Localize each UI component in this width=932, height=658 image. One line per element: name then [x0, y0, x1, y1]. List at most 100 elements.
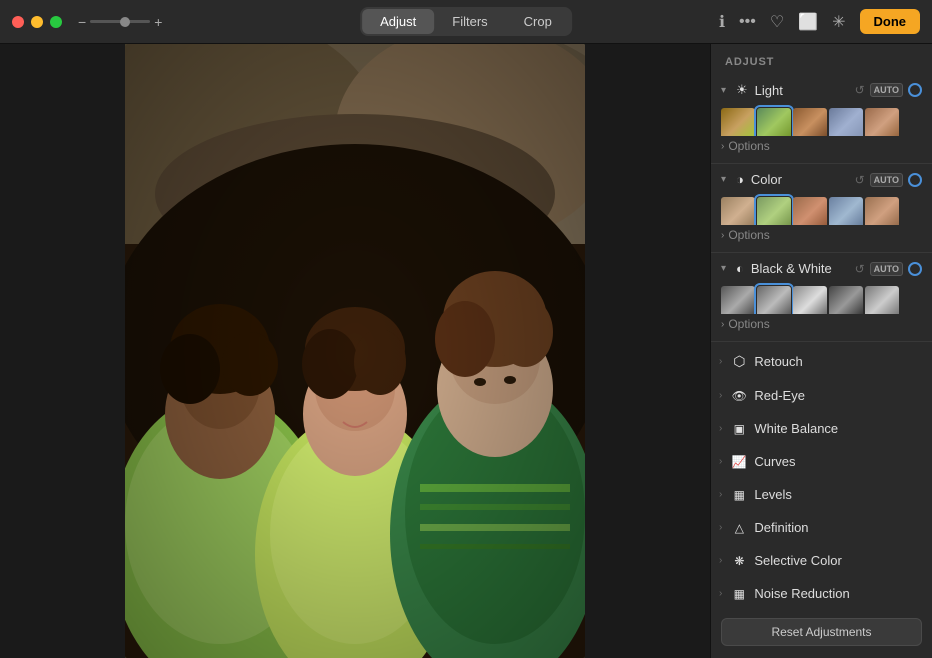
- bw-thumb-2[interactable]: [757, 286, 791, 314]
- wb-icon: ▣: [730, 422, 748, 436]
- list-item-retouch[interactable]: › ⬡ Retouch: [711, 344, 932, 379]
- redeye-chevron: ›: [719, 390, 722, 401]
- zoom-minus-icon[interactable]: −: [78, 14, 86, 30]
- close-button[interactable]: [12, 16, 24, 28]
- share-icon[interactable]: ✳: [832, 12, 845, 32]
- color-options-chevron: ›: [721, 230, 724, 241]
- light-thumb-1[interactable]: [721, 108, 755, 136]
- bw-icon: ◐: [736, 261, 744, 276]
- bw-toggle[interactable]: [908, 262, 922, 276]
- bw-thumb-4[interactable]: [829, 286, 863, 314]
- section-bw-header[interactable]: ▾ ◐ Black & White ↺ AUTO: [711, 255, 932, 282]
- maximize-button[interactable]: [50, 16, 62, 28]
- done-button[interactable]: Done: [860, 9, 921, 34]
- light-thumb-4[interactable]: [829, 108, 863, 136]
- bw-thumb-strip: [711, 282, 932, 314]
- panel-title: ADJUST: [711, 44, 932, 76]
- definition-label: Definition: [754, 520, 808, 535]
- list-item-redeye[interactable]: › 👁 Red-Eye: [711, 379, 932, 412]
- section-light-header[interactable]: ▾ ☀ Light ↺ AUTO: [711, 76, 932, 104]
- bw-options-chevron: ›: [721, 319, 724, 330]
- color-reset-icon[interactable]: ↺: [855, 173, 865, 187]
- sc-chevron: ›: [719, 555, 722, 566]
- wb-chevron: ›: [719, 423, 722, 434]
- zoom-control[interactable]: − +: [78, 14, 162, 30]
- redeye-icon: 👁: [730, 389, 748, 403]
- tab-filters[interactable]: Filters: [434, 9, 505, 34]
- light-options-label: Options: [728, 139, 769, 153]
- retouch-icon: ⬡: [730, 353, 748, 370]
- light-options-chevron: ›: [721, 141, 724, 152]
- curves-label: Curves: [754, 454, 795, 469]
- tab-group: Adjust Filters Crop: [360, 7, 572, 36]
- bw-options-row[interactable]: › Options: [711, 314, 932, 339]
- list-item-white-balance[interactable]: › ▣ White Balance: [711, 412, 932, 445]
- wb-label: White Balance: [754, 421, 838, 436]
- section-color-header[interactable]: ▾ ◑ Color ↺ AUTO: [711, 166, 932, 193]
- nr-icon: ▦: [730, 587, 748, 601]
- color-auto-badge[interactable]: AUTO: [870, 173, 903, 187]
- list-item-definition[interactable]: › △ Definition: [711, 511, 932, 544]
- photo-area: [0, 44, 710, 658]
- light-thumb-3[interactable]: [793, 108, 827, 136]
- color-chevron: ▾: [721, 174, 731, 185]
- definition-icon: △: [730, 521, 748, 535]
- retouch-label: Retouch: [754, 354, 802, 369]
- bw-auto-badge[interactable]: AUTO: [870, 262, 903, 276]
- color-label: Color: [751, 172, 850, 187]
- light-label: Light: [755, 83, 850, 98]
- bw-thumb-1[interactable]: [721, 286, 755, 314]
- zoom-slider-thumb: [120, 17, 130, 27]
- light-thumb-2[interactable]: [757, 108, 791, 136]
- bw-options-label: Options: [728, 317, 769, 331]
- zoom-slider[interactable]: [90, 20, 150, 23]
- light-options-row[interactable]: › Options: [711, 136, 932, 161]
- right-panel: ADJUST ▾ ☀ Light ↺ AUTO › Options ▾: [710, 44, 932, 658]
- color-thumb-5[interactable]: [865, 197, 899, 225]
- levels-label: Levels: [754, 487, 792, 502]
- bw-thumb-3[interactable]: [793, 286, 827, 314]
- light-reset-icon[interactable]: ↺: [855, 83, 865, 97]
- titlebar-right: ℹ ••• ♡ ⬜ ✳ Done: [719, 9, 920, 34]
- main-content: ADJUST ▾ ☀ Light ↺ AUTO › Options ▾: [0, 44, 932, 658]
- color-toggle[interactable]: [908, 173, 922, 187]
- reset-adjustments-button[interactable]: Reset Adjustments: [721, 618, 922, 646]
- list-item-levels[interactable]: › ▦ Levels: [711, 478, 932, 511]
- color-options-label: Options: [728, 228, 769, 242]
- light-toggle[interactable]: [908, 83, 922, 97]
- tab-adjust[interactable]: Adjust: [362, 9, 434, 34]
- definition-chevron: ›: [719, 522, 722, 533]
- color-thumb-4[interactable]: [829, 197, 863, 225]
- light-icon: ☀: [736, 82, 748, 98]
- titlebar: − + Adjust Filters Crop ℹ ••• ♡ ⬜ ✳ Done: [0, 0, 932, 44]
- nr-chevron: ›: [719, 588, 722, 599]
- list-item-selective-color[interactable]: › ❋ Selective Color: [711, 544, 932, 577]
- color-options-row[interactable]: › Options: [711, 225, 932, 250]
- color-thumb-3[interactable]: [793, 197, 827, 225]
- light-auto-badge[interactable]: AUTO: [870, 83, 903, 97]
- color-thumb-strip: [711, 193, 932, 225]
- list-item-curves[interactable]: › 📈 Curves: [711, 445, 932, 478]
- color-thumb-1[interactable]: [721, 197, 755, 225]
- divider-2: [711, 252, 932, 253]
- sc-label: Selective Color: [754, 553, 841, 568]
- bw-reset-icon[interactable]: ↺: [855, 262, 865, 276]
- divider-3: [711, 341, 932, 342]
- tab-crop[interactable]: Crop: [506, 9, 570, 34]
- minimize-button[interactable]: [31, 16, 43, 28]
- divider-1: [711, 163, 932, 164]
- bw-thumb-5[interactable]: [865, 286, 899, 314]
- color-thumb-2[interactable]: [757, 197, 791, 225]
- list-item-noise-reduction[interactable]: › ▦ Noise Reduction: [711, 577, 932, 610]
- more-icon[interactable]: •••: [739, 13, 756, 31]
- zoom-plus-icon[interactable]: +: [154, 14, 162, 30]
- crop-icon[interactable]: ⬜: [798, 12, 818, 32]
- light-thumb-strip: [711, 104, 932, 136]
- heart-icon[interactable]: ♡: [770, 12, 784, 32]
- photo-image: [125, 44, 585, 658]
- info-icon[interactable]: ℹ: [719, 12, 725, 32]
- light-controls: ↺ AUTO: [855, 83, 922, 97]
- curves-icon: 📈: [730, 455, 748, 469]
- light-thumb-5[interactable]: [865, 108, 899, 136]
- bw-label: Black & White: [751, 261, 850, 276]
